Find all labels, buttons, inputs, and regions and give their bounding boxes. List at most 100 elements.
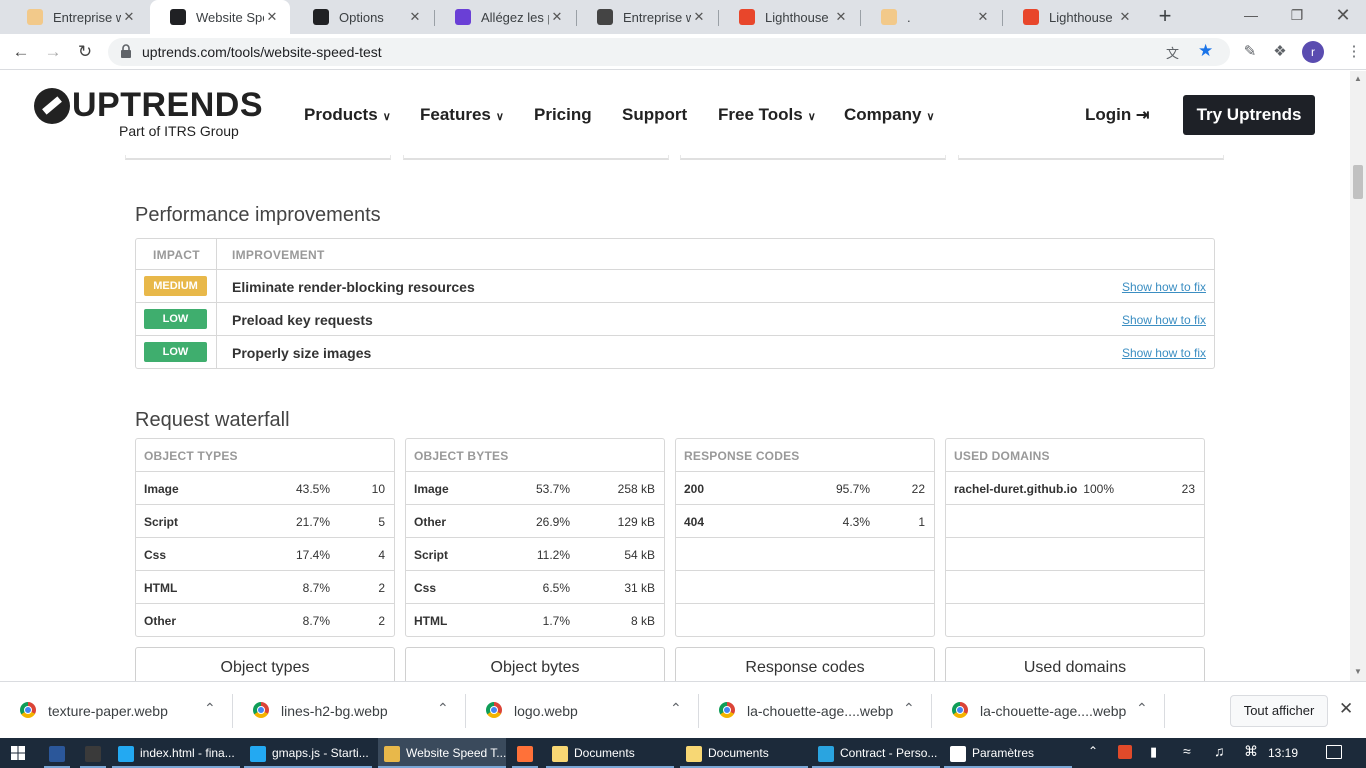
row-name: rachel-duret.github.io — [954, 482, 1078, 496]
taskbar-item[interactable] — [512, 738, 538, 768]
new-tab-button[interactable]: + — [1152, 4, 1178, 30]
extensions-puzzle-icon[interactable]: ❖ — [1270, 42, 1290, 62]
impact-badge: LOW — [144, 342, 207, 362]
nav-free-tools[interactable]: Free Tools ∨ — [718, 105, 816, 125]
taskbar-item[interactable]: Documents — [546, 738, 674, 768]
performance-table: IMPACT IMPROVEMENT MEDIUM Eliminate rende… — [135, 238, 1215, 369]
row-value: 31 kB — [624, 581, 655, 595]
close-downloads-icon[interactable]: ✕ — [1339, 699, 1353, 719]
nav-company[interactable]: Company ∨ — [844, 105, 935, 125]
row-value: 54 kB — [624, 548, 655, 562]
page-scrollbar[interactable]: ▲ ▼ — [1350, 71, 1366, 681]
table-row: rachel-duret.github.io 100% 23 — [946, 472, 1204, 505]
taskbar-item[interactable]: Contract - Perso... — [812, 738, 940, 768]
chevron-up-icon[interactable]: ⌃ — [437, 700, 449, 717]
tab-close-icon[interactable]: ✕ — [549, 9, 565, 25]
download-item[interactable]: texture-paper.webp ⌃ — [0, 682, 233, 739]
taskbar-app-icon — [686, 745, 702, 762]
waterfall-object-bytes-button[interactable]: Object bytes — [405, 647, 665, 681]
show-how-to-fix-link[interactable]: Show how to fix — [1122, 313, 1206, 327]
restore-button[interactable]: ❐ — [1274, 0, 1320, 32]
bookmark-star-icon[interactable]: ★ — [1198, 41, 1213, 61]
chevron-up-icon[interactable]: ⌃ — [903, 700, 915, 717]
nav-support[interactable]: Support — [622, 105, 687, 125]
waterfall-table-object-types: OBJECT TYPES Image 43.5% 10 Script 21.7% 5 Css 1… — [135, 438, 395, 637]
language-icon[interactable]: ⌘ — [1244, 743, 1258, 760]
profile-avatar[interactable]: r — [1302, 41, 1324, 63]
chevron-up-icon[interactable]: ⌃ — [204, 700, 216, 717]
waterfall-used-domains-button[interactable]: Used domains — [945, 647, 1205, 681]
tab-close-icon[interactable]: ✕ — [407, 9, 423, 25]
taskbar-item[interactable]: index.html - fina... — [112, 738, 240, 768]
login-link[interactable]: Login ⇥ — [1085, 105, 1149, 125]
nav-features[interactable]: Features ∨ — [420, 105, 504, 125]
browser-tab[interactable]: Entreprise web✕ — [577, 0, 717, 34]
browser-tab[interactable]: Website Speed✕ — [150, 0, 290, 34]
tab-close-icon[interactable]: ✕ — [121, 9, 137, 25]
browser-tab[interactable]: Lighthouse Rep✕ — [719, 0, 859, 34]
taskbar-item[interactable]: Paramètres — [944, 738, 1072, 768]
browser-tab[interactable]: Allégez les pag✕ — [435, 0, 575, 34]
taskbar-item[interactable]: gmaps.js - Starti... — [244, 738, 372, 768]
taskbar-item[interactable]: Documents — [680, 738, 808, 768]
logo-subtitle: Part of ITRS Group — [119, 123, 239, 139]
tab-separator — [576, 10, 577, 26]
show-how-to-fix-link[interactable]: Show how to fix — [1122, 280, 1206, 294]
row-percent: 11.2% — [536, 548, 570, 562]
taskbar-item[interactable] — [44, 738, 70, 768]
taskbar-item[interactable] — [80, 738, 106, 768]
browser-tab[interactable]: . ✕ — [861, 0, 1001, 34]
download-item[interactable]: lines-h2-bg.webp ⌃ — [233, 682, 466, 739]
translate-icon[interactable]: 文 — [1166, 43, 1179, 62]
windows-start-icon[interactable] — [11, 746, 25, 760]
close-window-button[interactable]: ✕ — [1320, 0, 1366, 32]
row-value: 129 kB — [617, 515, 655, 529]
scrollbar-thumb[interactable] — [1353, 165, 1363, 199]
chevron-up-icon[interactable]: ⌃ — [1136, 700, 1148, 717]
tray-app-icon[interactable] — [1118, 745, 1132, 759]
extension-eyedropper-icon[interactable]: ✎ — [1240, 42, 1260, 62]
browser-tab[interactable]: Options ✕ — [293, 0, 433, 34]
waterfall-object-types-button[interactable]: Object types — [135, 647, 395, 681]
download-item[interactable]: la-chouette-age....webp ⌃ — [699, 682, 932, 739]
row-value: 2 — [378, 581, 385, 595]
browser-tab[interactable]: Lighthouse Rep✕ — [1003, 0, 1143, 34]
tab-close-icon[interactable]: ✕ — [1117, 9, 1133, 25]
taskbar-clock[interactable]: 13:19 — [1268, 738, 1298, 768]
tray-chevron-icon[interactable]: ⌃ — [1088, 744, 1098, 758]
row-value: 23 — [1181, 482, 1195, 496]
wifi-icon[interactable]: ≈ — [1183, 743, 1191, 759]
more-menu-icon[interactable]: ⋮ — [1344, 42, 1364, 62]
chrome-file-icon — [952, 702, 968, 718]
row-name: HTML — [144, 581, 178, 595]
tab-close-icon[interactable]: ✕ — [833, 9, 849, 25]
browser-tab[interactable]: Entreprise web✕ — [7, 0, 147, 34]
row-percent: 6.5% — [542, 581, 570, 595]
minimize-button[interactable]: — — [1228, 0, 1274, 32]
tab-close-icon[interactable]: ✕ — [264, 9, 280, 25]
waterfall-response-codes-button[interactable]: Response codes — [675, 647, 935, 681]
show-how-to-fix-link[interactable]: Show how to fix — [1122, 346, 1206, 360]
tab-title: Lighthouse Rep — [1049, 9, 1117, 25]
back-icon[interactable]: ← — [8, 39, 34, 65]
volume-icon[interactable]: ♫ — [1214, 743, 1225, 759]
impact-badge: MEDIUM — [144, 276, 207, 296]
tab-close-icon[interactable]: ✕ — [975, 9, 991, 25]
chevron-up-icon[interactable]: ⌃ — [670, 700, 682, 717]
try-uptrends-button[interactable]: Try Uptrends — [1183, 95, 1315, 135]
download-item[interactable]: logo.webp ⌃ — [466, 682, 699, 739]
download-item[interactable]: la-chouette-age....webp ⌃ — [932, 682, 1165, 739]
nav-pricing[interactable]: Pricing — [534, 105, 592, 125]
taskbar-item[interactable]: Website Speed T... — [378, 738, 506, 768]
nav-products[interactable]: Products ∨ — [304, 105, 391, 125]
reload-icon[interactable]: ↻ — [72, 39, 98, 65]
battery-icon[interactable]: ▮ — [1150, 744, 1157, 760]
notifications-icon[interactable] — [1326, 745, 1342, 759]
tab-close-icon[interactable]: ✕ — [691, 9, 707, 25]
table-row — [676, 538, 934, 571]
improvement-text: Properly size images — [232, 345, 372, 361]
address-bar[interactable]: uptrends.com/tools/website-speed-test 文 … — [108, 38, 1230, 66]
forward-icon[interactable]: → — [40, 39, 66, 65]
show-all-downloads-button[interactable]: Tout afficher — [1230, 695, 1328, 727]
taskbar-app-icon — [250, 745, 266, 762]
